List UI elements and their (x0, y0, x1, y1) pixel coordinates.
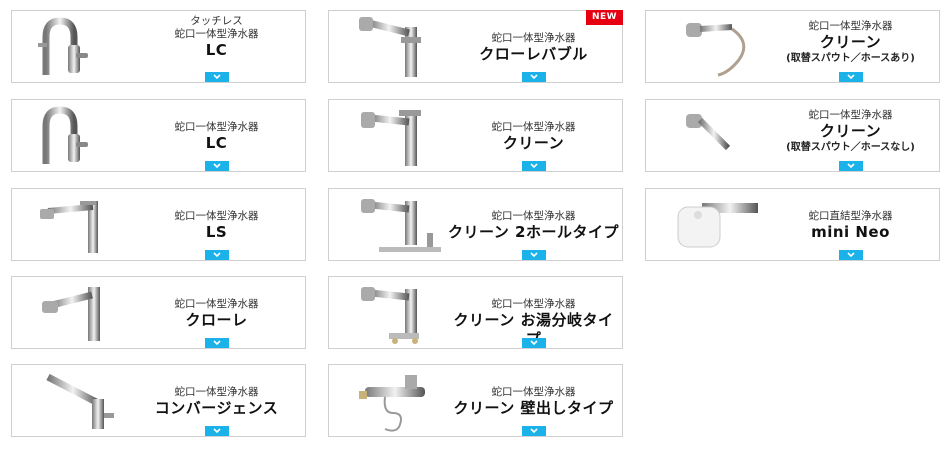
product-card-mini-neo[interactable]: 蛇口直結型浄水器 mini Neo (645, 188, 940, 261)
product-name: クリーン (819, 33, 882, 51)
faucet-wall-mount-icon (335, 369, 445, 433)
product-category: 蛇口一体型浄水器 (174, 386, 259, 398)
faucet-mount-filter-icon (652, 193, 762, 257)
product-name: クリーン 2ホールタイプ (448, 223, 619, 241)
product-card-lc-touchless[interactable]: タッチレス 蛇口一体型浄水器 LC (11, 10, 306, 83)
faucet-gooseneck-icon (18, 15, 128, 79)
chevron-down-icon[interactable] (204, 72, 229, 82)
chevron-down-icon[interactable] (521, 72, 546, 82)
product-name: クローレ (185, 311, 248, 329)
faucet-convergence-icon (18, 369, 128, 433)
product-name: コンバージェンス (154, 399, 279, 417)
product-category: 蛇口一体型浄水器 (174, 28, 259, 40)
product-card-clean-hot-branch[interactable]: 蛇口一体型浄水器 クリーン お湯分岐タイプ (328, 276, 623, 349)
product-category: 蛇口一体型浄水器 (174, 121, 259, 133)
product-name: クリーン (819, 122, 882, 140)
product-card-clean-spout[interactable]: 蛇口一体型浄水器 クリーン (取替スパウト／ホースなし) (645, 99, 940, 172)
chevron-down-icon[interactable] (838, 72, 863, 82)
faucet-pullout-icon (335, 15, 445, 79)
product-card-clean-wall[interactable]: 蛇口一体型浄水器 クリーン 壁出しタイプ (328, 364, 623, 437)
spout-icon (652, 104, 762, 168)
product-category: 蛇口一体型浄水器 (491, 298, 576, 310)
new-badge: NEW (586, 10, 623, 25)
product-category: 蛇口一体型浄水器 (491, 32, 576, 44)
spout-hose-icon (652, 15, 762, 79)
product-category: 蛇口一体型浄水器 (174, 210, 259, 222)
chevron-down-icon[interactable] (204, 426, 229, 436)
faucet-slim-icon (18, 193, 128, 257)
product-category: タッチレス (190, 15, 243, 27)
faucet-gooseneck-icon (18, 104, 128, 168)
faucet-2hole-icon (335, 193, 445, 257)
chevron-down-icon[interactable] (204, 161, 229, 171)
product-card-clean-2hole[interactable]: 蛇口一体型浄水器 クリーン 2ホールタイプ (328, 188, 623, 261)
product-name: LC (205, 41, 228, 59)
product-card-clean-spout-hose[interactable]: 蛇口一体型浄水器 クリーン (取替スパウト／ホースあり) (645, 10, 940, 83)
chevron-down-icon[interactable] (204, 338, 229, 348)
product-name: クリーン 壁出しタイプ (453, 399, 614, 417)
product-category: 蛇口一体型浄水器 (491, 210, 576, 222)
product-category: 蛇口一体型浄水器 (808, 20, 893, 32)
chevron-down-icon[interactable] (521, 161, 546, 171)
product-subtitle: (取替スパウト／ホースなし) (786, 142, 915, 153)
product-name: クリーン (502, 134, 565, 152)
product-category: 蛇口一体型浄水器 (174, 298, 259, 310)
product-card-chlore[interactable]: 蛇口一体型浄水器 クローレ (11, 276, 306, 349)
faucet-single-lever-icon (335, 104, 445, 168)
product-card-ls[interactable]: 蛇口一体型浄水器 LS (11, 188, 306, 261)
chevron-down-icon[interactable] (204, 250, 229, 260)
chevron-down-icon[interactable] (521, 338, 546, 348)
product-category: 蛇口一体型浄水器 (808, 109, 893, 121)
product-name: LC (205, 134, 228, 152)
product-category: 蛇口一体型浄水器 (491, 121, 576, 133)
chevron-down-icon[interactable] (838, 250, 863, 260)
product-card-lc[interactable]: 蛇口一体型浄水器 LC (11, 99, 306, 172)
product-subtitle: (取替スパウト／ホースあり) (786, 53, 915, 64)
chevron-down-icon[interactable] (838, 161, 863, 171)
product-name: mini Neo (811, 223, 890, 241)
faucet-pullout-icon (18, 281, 128, 345)
product-card-clean[interactable]: 蛇口一体型浄水器 クリーン (328, 99, 623, 172)
product-name: クローレバブル (479, 45, 588, 63)
product-category: 蛇口一体型浄水器 (491, 386, 576, 398)
product-card-chlore-bubble[interactable]: 蛇口一体型浄水器 クローレバブル NEW (328, 10, 623, 83)
faucet-hot-branch-icon (335, 281, 445, 345)
product-card-convergence[interactable]: 蛇口一体型浄水器 コンバージェンス (11, 364, 306, 437)
product-category: 蛇口直結型浄水器 (808, 210, 893, 222)
chevron-down-icon[interactable] (521, 426, 546, 436)
product-name: LS (205, 223, 228, 241)
chevron-down-icon[interactable] (521, 250, 546, 260)
